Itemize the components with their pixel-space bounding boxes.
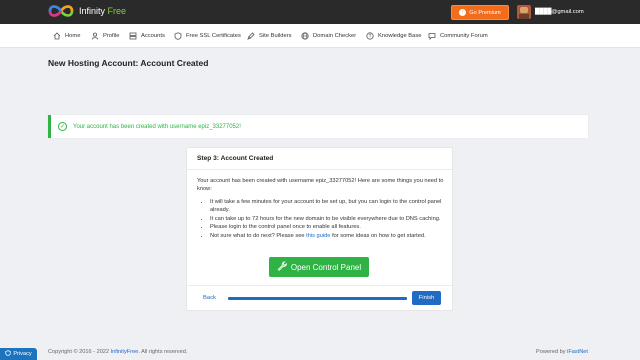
list-item: It can take up to 72 hours for the new d… xyxy=(210,215,447,223)
info-list: It will take a few minutes for your acco… xyxy=(197,198,447,240)
open-control-panel-button[interactable]: Open Control Panel xyxy=(269,257,369,277)
home-icon xyxy=(53,32,61,40)
open-control-panel-label: Open Control Panel xyxy=(290,262,362,272)
privacy-label: Privacy xyxy=(13,351,32,357)
main-nav: Home Profile Accounts Free SSL Certifica… xyxy=(0,24,640,48)
nav-item-accounts[interactable]: Accounts xyxy=(129,24,165,48)
copyright-text: Copyright © 2016 - 2022 InfinityFree. Al… xyxy=(48,349,187,355)
logo-text: Infinity Free xyxy=(79,6,126,16)
list-item: It will take a few minutes for your acco… xyxy=(210,198,447,214)
copyright-suffix: . All rights reserved. xyxy=(138,349,188,355)
card-title: Step 3: Account Created xyxy=(187,148,452,170)
nav-label-accounts: Accounts xyxy=(141,33,165,39)
ifastnet-link[interactable]: iFastNet xyxy=(567,349,588,355)
guide-suffix: for some ideas on how to get started. xyxy=(330,232,426,239)
list-item: Not sure what to do next? Please see thi… xyxy=(210,232,447,240)
nav-item-site-builders[interactable]: Site Builders xyxy=(247,24,292,48)
nav-item-free-ssl[interactable]: Free SSL Certificates xyxy=(174,24,241,48)
infinity-logo-icon xyxy=(47,3,75,19)
page-title: New Hosting Account: Account Created xyxy=(48,58,209,68)
guide-prefix: Not sure what to do next? Please see xyxy=(210,232,307,239)
arrow-up-icon: ↑ xyxy=(459,9,467,16)
logo-word-free: Free xyxy=(107,6,127,16)
step-card: Step 3: Account Created Your account has… xyxy=(186,147,453,311)
finish-button[interactable]: Finish xyxy=(412,291,441,305)
nav-label-domain-checker: Domain Checker xyxy=(313,33,357,39)
nav-item-home[interactable]: Home xyxy=(53,24,80,48)
globe-icon xyxy=(301,32,309,40)
nav-label-community-forum: Community Forum xyxy=(440,33,488,39)
copyright-prefix: Copyright © 2016 - 2022 xyxy=(48,349,111,355)
alert-message: Your account has been created with usern… xyxy=(73,123,241,130)
user-email: ████@gmail.com xyxy=(535,9,584,15)
nav-label-site-builders: Site Builders xyxy=(259,33,292,39)
server-icon xyxy=(129,32,137,40)
nav-label-knowledge-base: Knowledge Base xyxy=(378,33,422,39)
chat-icon xyxy=(428,32,436,40)
brush-icon xyxy=(247,32,255,40)
help-icon: ? xyxy=(366,32,374,40)
shield-check-icon xyxy=(5,350,11,358)
check-circle-icon: ✓ xyxy=(58,122,67,131)
card-intro: Your account has been created with usern… xyxy=(197,178,444,192)
avatar xyxy=(517,5,531,19)
nav-label-profile: Profile xyxy=(103,33,120,39)
nav-label-free-ssl: Free SSL Certificates xyxy=(186,33,241,39)
list-item: Please login to the control panel once t… xyxy=(210,223,447,231)
page-footer: Copyright © 2016 - 2022 InfinityFree. Al… xyxy=(0,342,640,360)
top-header: Infinity Free ↑ Go Premium ████@gmail.co… xyxy=(0,0,640,24)
powered-by-text: Powered by iFastNet xyxy=(536,349,588,355)
logo[interactable]: Infinity Free xyxy=(47,3,126,19)
nav-label-home: Home xyxy=(65,33,81,39)
step-progress-bar xyxy=(228,297,407,300)
shield-icon xyxy=(174,32,182,40)
wrench-icon xyxy=(277,261,287,273)
go-premium-label: Go Premium xyxy=(469,9,501,16)
nav-item-knowledge-base[interactable]: ? Knowledge Base xyxy=(366,24,422,48)
nav-item-profile[interactable]: Profile xyxy=(91,24,119,48)
card-body: Your account has been created with usern… xyxy=(197,177,447,240)
logo-word-infinity: Infinity xyxy=(79,6,106,16)
user-menu[interactable]: ████@gmail.com xyxy=(517,5,584,19)
progress-fill xyxy=(228,297,407,300)
privacy-button[interactable]: Privacy xyxy=(0,348,37,360)
go-premium-button[interactable]: ↑ Go Premium xyxy=(451,5,509,20)
infinityfree-link[interactable]: InfinityFree xyxy=(111,349,139,355)
success-alert: ✓ Your account has been created with use… xyxy=(48,115,588,138)
user-icon xyxy=(91,32,99,40)
back-link[interactable]: Back xyxy=(203,295,216,301)
this-guide-link[interactable]: this guide xyxy=(306,233,330,239)
powered-prefix: Powered by xyxy=(536,349,568,355)
nav-item-domain-checker[interactable]: Domain Checker xyxy=(301,24,356,48)
card-footer: Back Finish xyxy=(187,285,452,311)
svg-text:?: ? xyxy=(369,34,372,40)
nav-item-community-forum[interactable]: Community Forum xyxy=(428,24,488,48)
